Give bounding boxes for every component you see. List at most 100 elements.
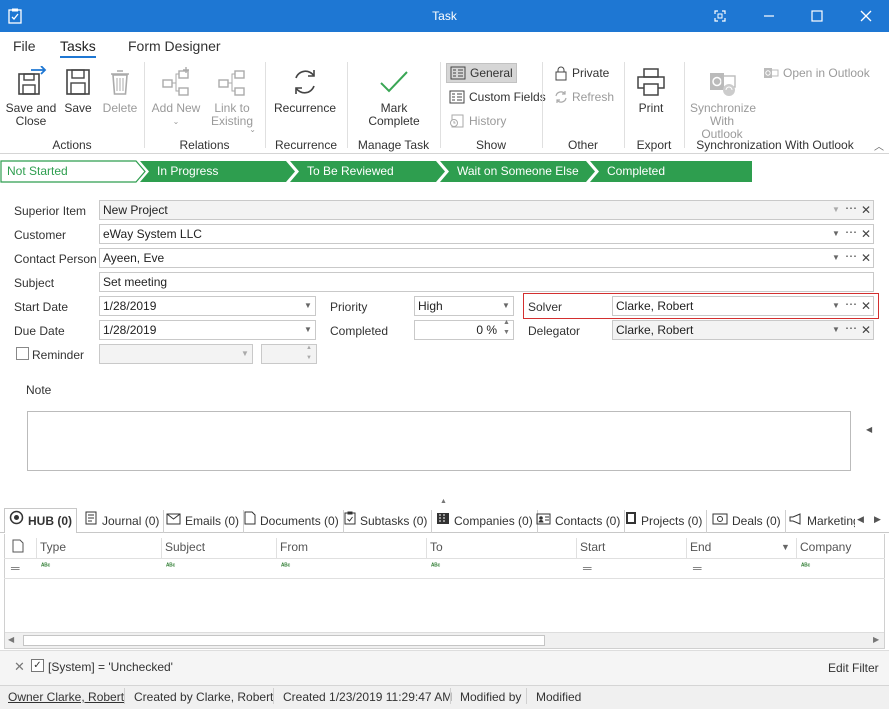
tab-scroll-left-icon[interactable]: ◀	[857, 514, 864, 525]
tab-contacts[interactable]: Contacts (0)	[532, 510, 626, 533]
tab-marketing[interactable]: Marketing	[785, 510, 855, 533]
start-date-field[interactable]: 1/28/2019 ▼	[99, 296, 316, 316]
note-textarea[interactable]	[27, 411, 851, 471]
tab-emails[interactable]: Emails (0)	[162, 510, 245, 533]
more-icon[interactable]: ⋯	[844, 223, 858, 241]
text-filter-icon[interactable]: ᴬᴮᶜ	[166, 563, 175, 570]
scroll-right-icon[interactable]: ▶	[873, 635, 879, 644]
custom-fields-button[interactable]: Custom Fields	[446, 87, 549, 107]
open-in-outlook-button[interactable]: Open in Outlook	[760, 63, 873, 83]
save-and-close-button[interactable]: Save and Close	[4, 66, 58, 128]
more-icon[interactable]: ⋯	[844, 199, 858, 217]
menu-file[interactable]: File	[13, 38, 36, 54]
tab-documents[interactable]: Documents (0)	[240, 510, 344, 533]
dropdown-arrow-icon[interactable]: ▼	[502, 297, 510, 315]
owner-link[interactable]: Owner Clarke, Robert	[8, 690, 124, 704]
superior-item-field[interactable]: New Project ▼ ⋯ ✕	[99, 200, 874, 220]
spinner-arrows-icon[interactable]: ▲ ▼	[503, 318, 510, 338]
stage-in-progress[interactable]: In Progress	[141, 161, 218, 181]
delegator-field[interactable]: Clarke, Robert ▼ ⋯ ✕	[612, 320, 874, 340]
scroll-left-icon[interactable]: ◀	[8, 635, 14, 644]
dropdown-arrow-icon[interactable]: ▼	[832, 297, 840, 315]
clear-icon[interactable]: ✕	[859, 321, 873, 339]
edit-filter-button[interactable]: Edit Filter	[828, 661, 879, 675]
stage-not-started[interactable]: Not Started	[0, 161, 68, 181]
menu-form-designer[interactable]: Form Designer	[128, 38, 221, 54]
text-filter-icon[interactable]: ᴬᴮᶜ	[281, 563, 290, 570]
subject-input[interactable]: Set meeting	[99, 272, 874, 292]
minimize-button[interactable]	[746, 0, 792, 32]
tab-deals[interactable]: Deals (0)	[708, 510, 786, 533]
text-filter-icon[interactable]: ᴬᴮᶜ	[801, 563, 810, 570]
stage-wait-on-someone-else[interactable]: Wait on Someone Else	[441, 161, 579, 181]
add-new-button[interactable]: Add New ⌄	[150, 66, 202, 128]
mark-complete-button[interactable]: Mark Complete	[354, 66, 434, 128]
dropdown-arrow-icon[interactable]: ▼	[304, 321, 312, 339]
scrollbar-thumb[interactable]	[23, 635, 545, 646]
fullscreen-button[interactable]	[697, 0, 743, 32]
reminder-time-field[interactable]: ▲ ▼	[261, 344, 317, 364]
spinner-arrows-icon[interactable]: ▲ ▼	[306, 343, 312, 363]
column-company[interactable]: Company	[796, 538, 885, 558]
column-to[interactable]: To	[426, 538, 576, 558]
maximize-button[interactable]	[794, 0, 840, 32]
clear-icon[interactable]: ✕	[859, 201, 873, 219]
caret-left-icon[interactable]: ◀	[866, 425, 872, 434]
text-filter-icon[interactable]: ᴬᴮᶜ	[41, 563, 50, 570]
horizontal-scrollbar[interactable]: ◀ ▶	[5, 632, 884, 648]
tab-projects[interactable]: Projects (0)	[621, 510, 708, 533]
column-subject[interactable]: Subject	[161, 538, 276, 558]
column-end[interactable]: End	[686, 538, 796, 558]
dropdown-arrow-icon[interactable]: ▼	[832, 321, 840, 339]
column-start[interactable]: Start	[576, 538, 686, 558]
clear-icon[interactable]: ✕	[859, 249, 873, 267]
priority-select[interactable]: High ▼	[414, 296, 514, 316]
tab-hub[interactable]: HUB (0)	[4, 508, 77, 533]
reminder-date-field[interactable]: ▼	[99, 344, 253, 364]
clear-icon[interactable]: ✕	[859, 225, 873, 243]
dropdown-arrow-icon[interactable]: ▼	[304, 297, 312, 315]
more-icon[interactable]: ⋯	[844, 319, 858, 337]
splitter-up-icon[interactable]: ▲	[440, 498, 447, 505]
completed-spinner[interactable]: 0 % ▲ ▼	[414, 318, 514, 340]
due-date-field[interactable]: 1/28/2019 ▼	[99, 320, 316, 340]
filter-enabled-checkbox[interactable]: ✓	[31, 659, 44, 672]
tab-companies[interactable]: Companies (0)	[432, 510, 538, 533]
dropdown-arrow-icon[interactable]: ▼	[241, 345, 249, 363]
customer-field[interactable]: eWay System LLC ▼ ⋯ ✕	[99, 224, 874, 244]
more-icon[interactable]: ⋯	[844, 247, 858, 265]
filter-operator-icon[interactable]: ═	[11, 561, 20, 575]
contact-person-field[interactable]: Ayeen, Eve ▼ ⋯ ✕	[99, 248, 874, 268]
menu-tasks[interactable]: Tasks	[60, 38, 96, 58]
filter-operator-icon[interactable]: ═	[583, 561, 592, 575]
recurrence-button[interactable]: Recurrence	[272, 66, 338, 115]
refresh-button[interactable]: Refresh	[551, 87, 617, 107]
reminder-checkbox[interactable]	[16, 347, 29, 360]
tab-subtasks[interactable]: Subtasks (0)	[340, 510, 433, 533]
dropdown-arrow-icon[interactable]: ▼	[832, 249, 840, 267]
sort-descending-icon[interactable]: ▼	[781, 542, 790, 552]
delete-button[interactable]: Delete	[101, 66, 139, 115]
private-button[interactable]: Private	[551, 63, 612, 83]
collapse-ribbon-icon[interactable]: ︿	[874, 138, 884, 153]
save-button[interactable]: Save	[60, 66, 96, 115]
history-button[interactable]: History	[446, 111, 509, 131]
column-type[interactable]: Type	[36, 538, 161, 558]
dropdown-arrow-icon[interactable]: ▼	[832, 201, 840, 219]
stage-to-be-reviewed[interactable]: To Be Reviewed	[291, 161, 394, 181]
clear-filter-icon[interactable]: ✕	[14, 659, 25, 675]
stage-completed[interactable]: Completed	[591, 161, 665, 181]
print-button[interactable]: Print	[631, 66, 671, 115]
synchronize-with-outlook-button[interactable]: Synchronize With Outlook	[690, 66, 756, 141]
more-icon[interactable]: ⋯	[844, 295, 858, 313]
tab-journal[interactable]: Journal (0)	[80, 510, 165, 533]
clear-icon[interactable]: ✕	[859, 297, 873, 315]
filter-operator-icon[interactable]: ═	[693, 561, 702, 575]
close-button[interactable]	[843, 0, 889, 32]
dropdown-arrow-icon[interactable]: ▼	[832, 225, 840, 243]
tab-scroll-right-icon[interactable]: ▶	[874, 514, 881, 525]
solver-field[interactable]: Clarke, Robert ▼ ⋯ ✕	[612, 296, 874, 316]
text-filter-icon[interactable]: ᴬᴮᶜ	[431, 563, 440, 570]
column-from[interactable]: From	[276, 538, 426, 558]
general-button[interactable]: General	[446, 63, 517, 83]
